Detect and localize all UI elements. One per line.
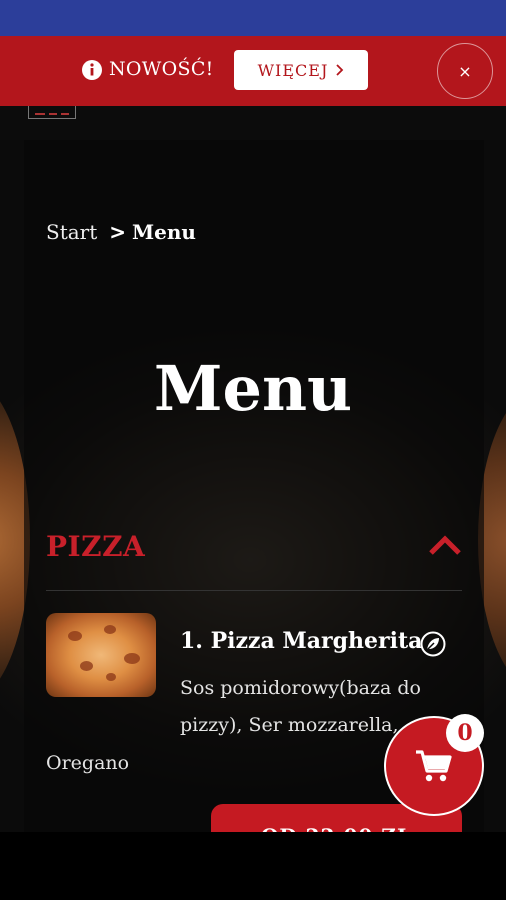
system-navigation-bar <box>0 832 506 900</box>
menu-item-image[interactable] <box>46 613 156 697</box>
breadcrumb: Start > Menu <box>46 220 196 244</box>
leaf-icon <box>420 631 446 657</box>
cart-count-badge: 0 <box>446 714 484 752</box>
promo-text: NOWOŚĆ! <box>109 58 214 80</box>
promo-close-button[interactable]: × <box>437 43 493 99</box>
chevron-right-icon <box>336 64 344 76</box>
info-icon <box>82 60 102 80</box>
breadcrumb-start-link[interactable]: Start <box>46 220 97 244</box>
cart-icon <box>416 750 452 782</box>
status-bar <box>0 0 506 36</box>
chevron-up-icon[interactable] <box>428 534 462 556</box>
menu-item-description-continued: Oregano <box>46 752 130 774</box>
promo-banner: NOWOŚĆ! WIĘCEJ × <box>0 36 506 106</box>
logo[interactable] <box>28 106 76 119</box>
breadcrumb-current: Menu <box>132 220 196 244</box>
menu-item-name[interactable]: 1. Pizza Margherita <box>180 628 422 654</box>
page-title: Menu <box>153 352 353 425</box>
close-icon: × <box>458 61 472 81</box>
breadcrumb-separator: > <box>109 220 127 244</box>
promo-more-button[interactable]: WIĘCEJ <box>234 50 368 90</box>
top-navigation <box>0 106 506 140</box>
section-divider <box>46 590 462 591</box>
section-title-pizza[interactable]: PIZZA <box>46 530 145 563</box>
promo-more-label: WIĘCEJ <box>257 60 329 80</box>
